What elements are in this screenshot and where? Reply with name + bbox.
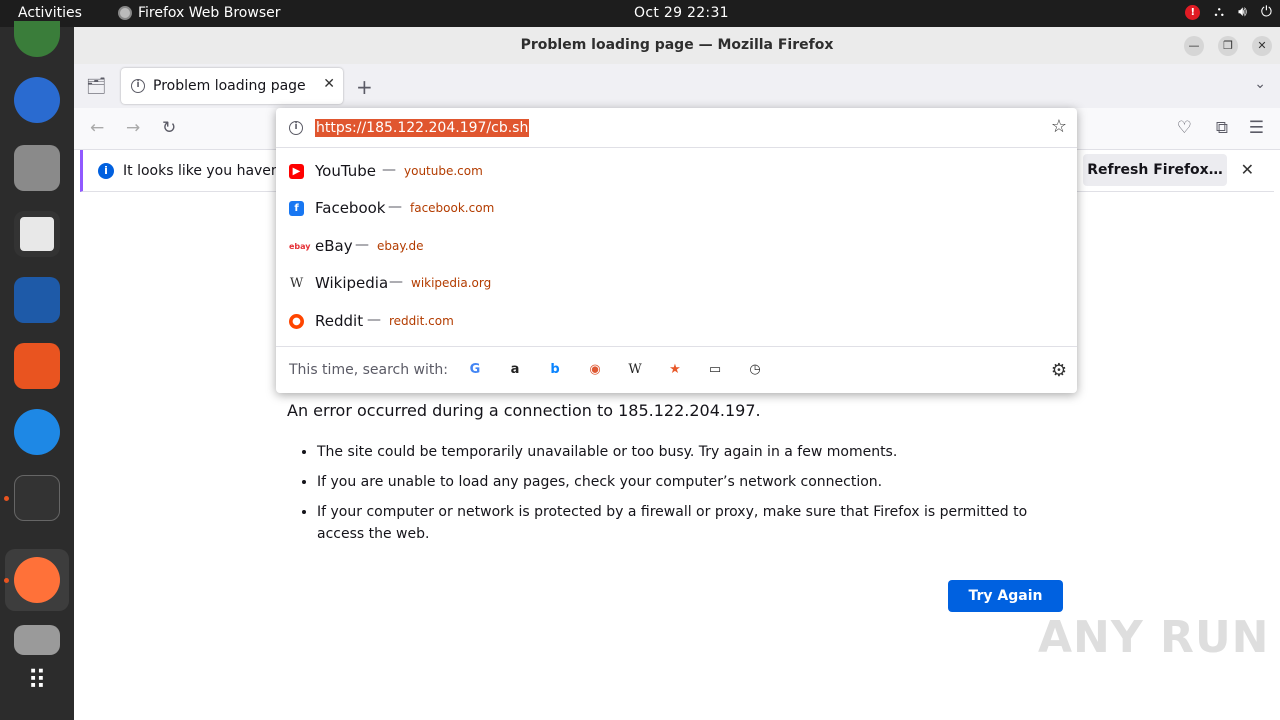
suggestion-name: Reddit (315, 312, 364, 330)
suggestion-url: reddit.com (389, 314, 454, 328)
firefox-view-icon[interactable]: 🗂︎ (86, 76, 106, 95)
site-info-icon[interactable]: i (289, 121, 303, 135)
new-tab-button[interactable]: + (356, 75, 373, 99)
top-bar: Activities Firefox Web Browser Oct 29 22… (0, 0, 1280, 27)
search-settings-gear-icon[interactable]: ⚙ (1051, 360, 1067, 381)
amazon-icon[interactable]: a (506, 361, 524, 379)
facebook-icon: f (289, 201, 304, 216)
reload-icon[interactable]: ↻ (162, 118, 176, 138)
try-again-button[interactable]: Try Again (948, 580, 1063, 612)
maximize-button[interactable]: ❐ (1218, 36, 1238, 56)
separator: — (367, 312, 381, 328)
refresh-firefox-button[interactable]: Refresh Firefox… (1083, 154, 1227, 186)
suggestion-name: eBay (315, 237, 353, 255)
suggestion-reddit[interactable]: ● Reddit — reddit.com (276, 303, 1077, 340)
suggestion-facebook[interactable]: f Facebook — facebook.com (276, 190, 1077, 227)
notice-text: It looks like you haven’t (123, 163, 290, 179)
chrome-icon[interactable] (14, 21, 60, 57)
error-tips-list: The site could be temporarily unavailabl… (299, 441, 1069, 553)
watermark: ANY RUN (1038, 612, 1270, 663)
url-input[interactable]: https://185.122.204.197/cb.sh (315, 119, 530, 137)
list-tabs-icon[interactable]: ⌄ (1254, 76, 1266, 92)
ebay-icon: ebay (289, 242, 311, 251)
network-icon[interactable]: ⛬ (1214, 4, 1224, 20)
history-search-icon[interactable]: ◷ (746, 361, 764, 379)
search-with-label: This time, search with: (289, 362, 448, 378)
rhythmbox-icon[interactable] (14, 211, 60, 257)
bookmark-star-icon[interactable]: ☆ (1051, 116, 1067, 137)
reddit-icon: ● (289, 314, 304, 329)
pocket-icon[interactable]: ♡ (1177, 118, 1192, 138)
thunderbird-icon[interactable] (14, 77, 60, 123)
power-icon[interactable]: ⏻ (1261, 4, 1272, 20)
close-notice-icon[interactable]: ✕ (1241, 160, 1254, 179)
separator: — (388, 199, 402, 215)
suggestion-url: wikipedia.org (411, 276, 492, 290)
suggestion-youtube[interactable]: ▶ YouTube — youtube.com (276, 153, 1077, 190)
forward-icon[interactable]: → (126, 118, 140, 138)
duckduckgo-icon[interactable]: ◉ (586, 361, 604, 379)
suggestion-url: facebook.com (410, 201, 495, 215)
separator: — (389, 274, 403, 290)
app-center-icon[interactable] (14, 343, 60, 389)
app-menu[interactable]: Firefox Web Browser (118, 5, 281, 21)
list-item: If you are unable to load any pages, che… (317, 471, 1069, 493)
youtube-icon: ▶ (289, 164, 304, 179)
list-item: If your computer or network is protected… (317, 501, 1069, 545)
info-icon: i (131, 79, 145, 93)
info-icon: i (98, 163, 114, 179)
suggestion-name: Wikipedia (315, 274, 389, 292)
list-item: The site could be temporarily unavailabl… (317, 441, 1069, 463)
window-title: Problem loading page — Mozilla Firefox (520, 37, 834, 53)
alert-icon[interactable]: ! (1185, 4, 1201, 20)
volume-icon[interactable]: 🔊︎ (1238, 4, 1247, 20)
urlbar[interactable]: i https://185.122.204.197/cb.sh ☆ (276, 108, 1077, 148)
extensions-icon[interactable]: ⧉ (1216, 118, 1228, 138)
dock: ⠿ (0, 21, 74, 720)
clock[interactable]: Oct 29 22:31 (634, 5, 729, 21)
menu-icon[interactable]: ☰ (1249, 118, 1264, 138)
drive-icon[interactable] (14, 625, 60, 655)
separator: — (382, 162, 396, 178)
activities-button[interactable]: Activities (18, 5, 82, 21)
wikipedia-search-icon[interactable]: W (626, 361, 644, 379)
tab-bar: 🗂︎ i Problem loading page ✕ + ⌄ (74, 64, 1280, 108)
running-indicator (4, 496, 9, 501)
minimize-button[interactable]: — (1184, 36, 1204, 56)
suggestion-url: youtube.com (404, 164, 483, 178)
search-engines-row: This time, search with: G a b ◉ W ★ ▭ ◷ … (276, 346, 1077, 393)
firefox-icon[interactable] (14, 557, 60, 603)
back-icon[interactable]: ← (90, 118, 104, 138)
files-icon[interactable] (14, 145, 60, 191)
app-name: Firefox Web Browser (138, 5, 281, 21)
suggestion-ebay[interactable]: ebay eBay — ebay.de (276, 228, 1077, 265)
tabs-search-icon[interactable]: ▭ (706, 361, 724, 379)
close-tab-icon[interactable]: ✕ (323, 76, 335, 92)
suggestion-wikipedia[interactable]: W Wikipedia — wikipedia.org (276, 265, 1077, 302)
title-bar: Problem loading page — Mozilla Firefox —… (74, 27, 1280, 64)
terminal-icon[interactable] (14, 475, 60, 521)
tab-title: Problem loading page (153, 78, 306, 94)
running-indicator (4, 578, 9, 583)
show-apps-icon[interactable]: ⠿ (14, 663, 60, 699)
bookmarks-search-icon[interactable]: ★ (666, 361, 684, 379)
google-icon[interactable]: G (466, 361, 484, 379)
suggestion-name: Facebook (315, 199, 386, 217)
suggestion-url: ebay.de (377, 239, 424, 253)
bing-icon[interactable]: b (546, 361, 564, 379)
libreoffice-writer-icon[interactable] (14, 277, 60, 323)
system-tray[interactable]: ! ⛬ 🔊︎ ⏻ (1185, 4, 1272, 20)
help-icon[interactable] (14, 409, 60, 455)
separator: — (355, 237, 369, 253)
tab-problem-loading[interactable]: i Problem loading page ✕ (121, 68, 343, 104)
error-description: An error occurred during a connection to… (287, 401, 761, 420)
close-window-button[interactable]: ✕ (1252, 36, 1272, 56)
suggestion-name: YouTube (315, 162, 376, 180)
urlbar-dropdown: i https://185.122.204.197/cb.sh ☆ ▶ YouT… (276, 108, 1077, 393)
firefox-small-icon (118, 6, 132, 20)
wikipedia-icon: W (289, 276, 304, 291)
